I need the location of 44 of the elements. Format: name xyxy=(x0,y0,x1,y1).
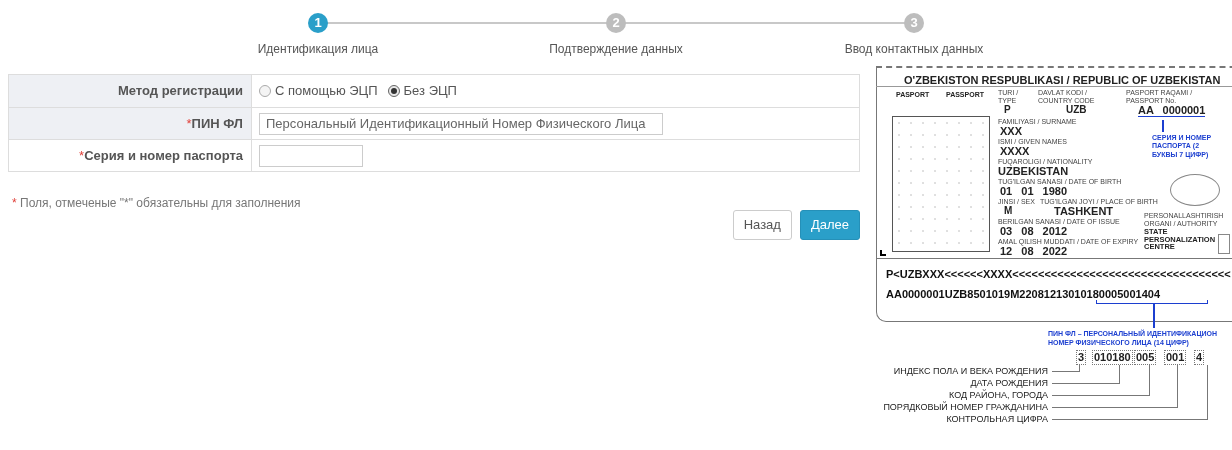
field-value: XXX xyxy=(1000,126,1022,137)
legend-text: ДАТА РОЖДЕНИЯ xyxy=(969,378,1048,389)
radio-button[interactable] xyxy=(387,85,400,97)
pin-digit-group: 4 xyxy=(1194,350,1205,365)
field-label: *ПИН ФЛ xyxy=(186,114,243,133)
legend-text: ИНДЕКС ПОЛА И ВЕКА РОЖДЕНИЯ xyxy=(892,366,1048,377)
field-value: UZB xyxy=(1066,105,1087,115)
field-label: *Серия и номер паспорта xyxy=(79,146,243,165)
back-button[interactable]: Назад xyxy=(732,210,792,240)
passport-title: O'ZBEKISTON RESPUBLIKASI / REPUBLIC OF UZBEKISTAN xyxy=(904,73,1221,88)
legend-text: КОНТРОЛЬНАЯ ЦИФРА xyxy=(945,414,1048,425)
step-marker[interactable]: 2 xyxy=(606,13,626,33)
mrz-line: AA0000001UZB8501019M22081213010180005001404 xyxy=(886,287,1160,302)
corner-mark xyxy=(880,250,886,256)
field-value: M xyxy=(1004,206,1013,216)
field-value: 12 08 2022 xyxy=(1000,246,1068,257)
step-label: Идентификация лица xyxy=(257,41,379,58)
next-button[interactable]: Далее xyxy=(799,210,860,240)
pin-digit-group: 010180 xyxy=(1092,350,1133,365)
pin-digit-group: 005 xyxy=(1134,350,1157,365)
legend-text: ПОРЯДКОВЫЙ НОМЕР ГРАЖДАНИНА xyxy=(882,402,1048,413)
radio-label[interactable]: Без ЭЦП xyxy=(403,81,457,101)
field-label: Метод регистрации xyxy=(117,82,243,101)
pin-digit-group: 3 xyxy=(1076,350,1087,365)
legend-text: КОД РАЙОНА, ГОРОДА xyxy=(948,390,1048,401)
step-label: Подтверждение данных xyxy=(549,41,683,58)
signature-box xyxy=(1218,234,1230,254)
text-field[interactable] xyxy=(259,144,363,167)
field-value: TASHKENT xyxy=(1054,206,1114,217)
pin-digit-group: 001 xyxy=(1164,350,1187,365)
field-value: UZBEKISTAN xyxy=(998,166,1069,177)
field-value: 03 08 2012 xyxy=(1000,226,1068,237)
required-note: * Поля, отмеченые "*" обязательны для заполнения xyxy=(12,196,301,210)
radio-button[interactable] xyxy=(259,85,271,97)
mrz-line: P<UZBXXX<<<<<<XXXX<<<<<<<<<<<<<<<<<<<<<<<<<<<<<<<<<< xyxy=(886,267,1231,282)
radio-label[interactable]: С помощью ЭЦП xyxy=(275,81,378,101)
field-value: 01 01 1980 xyxy=(1000,186,1068,197)
field-value: XXXX xyxy=(1000,146,1030,157)
step-label: Ввод контактных данных xyxy=(844,41,984,58)
field-value: P xyxy=(1004,105,1011,115)
field-value: AA 0000001 xyxy=(1138,105,1206,117)
step-marker[interactable]: 3 xyxy=(904,13,924,33)
text-field[interactable]: Персональный Идентификационный Номер Физического Лица xyxy=(259,112,663,135)
step-marker[interactable]: 1 xyxy=(308,13,328,33)
